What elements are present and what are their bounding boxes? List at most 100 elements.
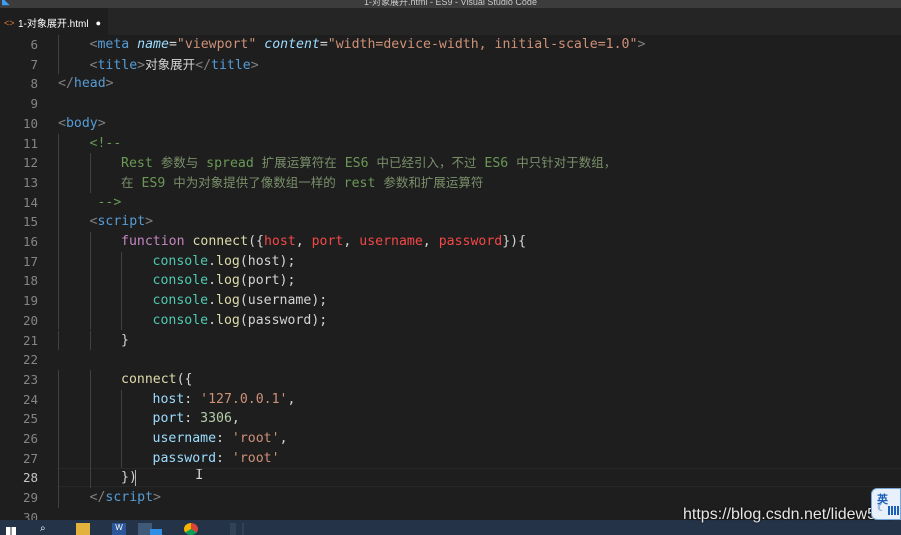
indent-guide: [121, 310, 122, 331]
code-line[interactable]: 18 console.log(port);: [0, 271, 901, 292]
indent-guide: [58, 212, 59, 232]
code-token: connect: [192, 234, 249, 249]
line-number: 7: [30, 56, 38, 72]
code-line[interactable]: 23 connect({: [0, 369, 901, 390]
code-token: log: [216, 273, 240, 289]
code-token: Rest: [121, 156, 161, 172]
line-number: 18: [22, 273, 38, 289]
code-token: .: [208, 312, 217, 328]
code-line[interactable]: 27 password: 'root': [0, 448, 901, 469]
indent-guide: [121, 271, 122, 292]
code-line[interactable]: 17 console.log(host);: [0, 251, 901, 272]
code-token: port: [152, 411, 185, 427]
taskbar-blurred-area: [230, 523, 244, 535]
code-token: ,: [279, 431, 288, 446]
code-line[interactable]: 8 </head>: [0, 74, 901, 94]
code-text: <meta name="viewport" content="width=dev…: [90, 35, 646, 55]
code-token: connect: [121, 371, 177, 387]
line-number: 24: [22, 391, 38, 407]
editor-tab[interactable]: <> 1-对象展开.html ●: [0, 8, 108, 36]
code-editor[interactable]: I 6 <meta name="viewport" content="width=…: [0, 35, 901, 520]
search-icon[interactable]: ⌕: [40, 523, 54, 535]
code-token: 'root': [231, 431, 280, 446]
word-icon[interactable]: W: [112, 523, 126, 535]
code-token: >: [105, 76, 114, 92]
indent-guide: [58, 330, 59, 351]
code-line[interactable]: 15 <script>: [0, 212, 901, 232]
line-number: 29: [22, 490, 38, 506]
indent-guide: [89, 291, 91, 311]
code-line[interactable]: 9: [0, 94, 901, 114]
indent-guide: [58, 271, 59, 292]
line-number: 8: [30, 76, 38, 92]
line-number: 26: [22, 431, 38, 446]
line-number: 21: [22, 332, 38, 348]
windows-start-icon[interactable]: [6, 523, 20, 535]
keyboard-icon: [888, 506, 900, 515]
code-line[interactable]: 22: [0, 350, 901, 370]
code-line[interactable]: 16 function connect({host, port, username…: [0, 232, 901, 252]
line-number: 23: [22, 371, 38, 387]
code-line[interactable]: 25 port: 3306,: [0, 409, 901, 429]
code-line[interactable]: 14 -->: [0, 192, 901, 213]
line-number: 30: [22, 509, 38, 520]
code-token: log: [216, 253, 240, 269]
code-token: </: [89, 490, 106, 506]
code-line[interactable]: 7 <title>对象展开</title>: [0, 54, 901, 75]
code-line[interactable]: 28}): [0, 468, 901, 489]
code-text: <script>: [90, 212, 154, 232]
line-number: 10: [22, 115, 38, 131]
indent-guide: [58, 468, 59, 489]
chrome-icon[interactable]: [184, 523, 198, 535]
watermark-text: https://blog.csdn.net/lidew521: [683, 506, 894, 523]
ime-indicator[interactable]: 英 ☾: [871, 488, 901, 520]
line-number: 16: [22, 234, 38, 249]
code-token: (password);: [239, 312, 328, 328]
indent-guide: [58, 389, 59, 410]
moon-icon: ☾: [877, 503, 886, 514]
code-line[interactable]: 6 <meta name="viewport" content="width=de…: [0, 35, 901, 55]
indent-guide: [121, 448, 122, 469]
line-number: 22: [22, 352, 38, 368]
code-token: =: [168, 37, 177, 52]
code-line[interactable]: 13 在 ES9 中为对象提供了像数组一样的 rest 参数和扩展运算符: [0, 172, 901, 194]
file-explorer-icon[interactable]: [76, 523, 90, 535]
code-text: <!--: [90, 134, 122, 154]
indent-guide: [89, 153, 91, 173]
code-token: .: [208, 293, 217, 309]
code-line[interactable]: 26 username: 'root',: [0, 429, 901, 449]
tab-label: 1-对象展开.html: [18, 19, 89, 30]
code-token: ({: [248, 234, 264, 249]
code-line[interactable]: 10 <body>: [0, 114, 901, 134]
code-line[interactable]: 21}: [0, 330, 901, 351]
indent-guide: [89, 448, 91, 469]
code-line[interactable]: 29 </script>: [0, 488, 901, 508]
indent-guide: [89, 271, 91, 292]
vscode-icon[interactable]: [138, 523, 162, 535]
code-token: 'root': [231, 450, 280, 466]
code-token: .: [208, 273, 217, 289]
code-line[interactable]: 20 console.log(password);: [0, 310, 901, 331]
code-text: 在 ES9 中为对象提供了像数组一样的 rest 参数和扩展运算符: [121, 173, 483, 194]
code-token: (port);: [239, 273, 296, 289]
tab-bar: <> 1-对象展开.html ●: [0, 8, 901, 36]
code-token: >: [145, 214, 154, 230]
code-line[interactable]: 11 <!--: [0, 133, 901, 154]
code-token: name: [137, 37, 169, 52]
line-number: 20: [22, 312, 38, 328]
code-line[interactable]: 12 Rest 参数与 spread 扩展运算符在 ES6 中已经引入，不过 ES…: [0, 153, 901, 173]
code-text: connect({: [121, 370, 192, 390]
code-token: 中只针对于数组，: [516, 155, 617, 171]
code-line[interactable]: 19 console.log(username);: [0, 291, 901, 311]
code-token: function: [121, 234, 185, 249]
code-token: console: [152, 293, 209, 309]
code-token: (host);: [239, 253, 296, 269]
code-token: 参数与: [160, 155, 199, 171]
code-token: host: [152, 391, 185, 407]
code-token: '127.0.0.1': [200, 391, 288, 407]
unsaved-dot-icon[interactable]: ●: [96, 18, 101, 28]
code-token: ,: [422, 234, 439, 249]
code-line[interactable]: 24 host: '127.0.0.1',: [0, 389, 901, 410]
indent-guide: [89, 468, 91, 489]
